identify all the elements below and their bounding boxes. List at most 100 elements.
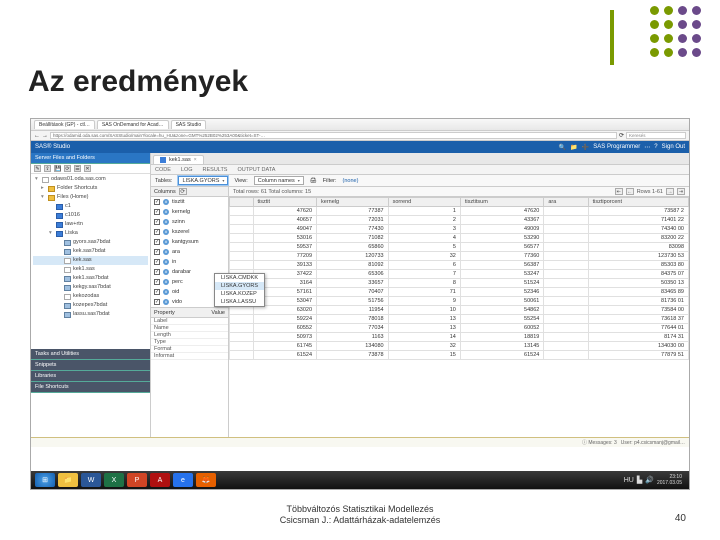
tree-item[interactable]: kekozodas (33, 292, 148, 301)
table-row[interactable]: 31643365785152450350 13 (230, 279, 689, 288)
help-icon[interactable]: ? (654, 144, 657, 150)
tray-clock[interactable]: 23:102017.03.05 (657, 474, 685, 486)
browser-tab[interactable]: Beállítások (GP) - ctl… (34, 120, 95, 129)
ie-icon[interactable]: e (173, 473, 193, 487)
signout-link[interactable]: Sign Out (662, 144, 685, 150)
tree-item[interactable]: ▾Liska (33, 229, 148, 238)
table-row[interactable]: 50973116314188198174 31 (230, 333, 689, 342)
table-row[interactable]: 406577203124336771401 22 (230, 216, 689, 225)
forward-icon[interactable]: → (42, 133, 48, 139)
tree-item[interactable]: ▾odaws01.oda.sas.com (33, 175, 148, 184)
table-row[interactable]: 6152473878156152477879 51 (230, 351, 689, 360)
pdf-icon[interactable]: A (150, 473, 170, 487)
tables-dropdown-menu[interactable]: LISKA.CMDKKLISKA.GYORSLISKA.KOZEPLISKA.L… (214, 273, 265, 307)
column-header[interactable]: ara (544, 198, 588, 207)
column-item[interactable]: ✓#kszerel (151, 227, 228, 237)
tab-code[interactable]: CODE (155, 167, 171, 173)
close-icon[interactable]: × (194, 157, 197, 163)
sidebar-section-libraries[interactable]: Libraries (31, 371, 150, 382)
dropdown-option[interactable]: LISKA.GYORS (215, 282, 264, 290)
print-icon[interactable]: 🖨 (310, 178, 317, 184)
sas-programmer-label[interactable]: SAS Programmer (593, 144, 640, 150)
new-icon[interactable]: ➕ (582, 144, 589, 151)
column-item[interactable]: ✓#tisztit (151, 197, 228, 207)
prev-icon[interactable]: ← (626, 188, 634, 195)
tree-item[interactable]: gyors.sas7bdat (33, 238, 148, 247)
start-button[interactable]: ⊞ (35, 473, 55, 487)
browser-tab[interactable]: SAS Studio (171, 120, 207, 129)
tray-sound-icon[interactable]: 🔊 (645, 476, 654, 484)
save-icon[interactable]: 💾 (54, 165, 61, 172)
sidebar-section-shortcuts[interactable]: File Shortcuts (31, 382, 150, 393)
sidebar-section-tasks[interactable]: Tasks and Utilities (31, 349, 150, 360)
word-icon[interactable]: W (81, 473, 101, 487)
table-row[interactable]: 6302011954105486273584 00 (230, 306, 689, 315)
filter-value[interactable]: (none) (343, 178, 359, 184)
excel-icon[interactable]: X (104, 473, 124, 487)
tree-item[interactable]: kek1.sas (33, 265, 148, 274)
dropdown-option[interactable]: LISKA.KOZEP (215, 290, 264, 298)
column-item[interactable]: ✓#szinn (151, 217, 228, 227)
table-row[interactable]: 772091207333277360123730 53 (230, 252, 689, 261)
last-icon[interactable]: ⇥ (677, 188, 685, 195)
tree-item[interactable]: kek.sas7bdat (33, 247, 148, 256)
column-item[interactable]: ✓#in (151, 257, 228, 267)
tree-item[interactable]: kek1.sas7bdat (33, 274, 148, 283)
refresh-icon[interactable]: ⟳ (64, 165, 71, 172)
tree-item[interactable]: kek.sas (33, 256, 148, 265)
search-icon[interactable]: 🔍 (559, 144, 566, 151)
browser-tab[interactable]: SAS OnDemand for Acad… (97, 120, 169, 129)
table-row[interactable]: 530475175695006181736 01 (230, 297, 689, 306)
folder-icon[interactable]: 📁 (570, 144, 577, 151)
props-icon[interactable]: ☰ (74, 165, 81, 172)
refresh-icon[interactable]: ⟳ (179, 188, 187, 195)
upload-icon[interactable]: ⇪ (44, 165, 51, 172)
tree-item[interactable]: law+rtn (33, 220, 148, 229)
delete-icon[interactable]: ✕ (84, 165, 91, 172)
tray-network-icon[interactable]: ▙ (637, 476, 642, 484)
new-icon[interactable]: ✎ (34, 165, 41, 172)
explorer-icon[interactable]: 📁 (58, 473, 78, 487)
column-header[interactable]: kernelg (317, 198, 389, 207)
tab-results[interactable]: RESULTS (203, 167, 228, 173)
column-header[interactable]: tisztiporcent (588, 198, 688, 207)
sidebar-section-snippets[interactable]: Snippets (31, 360, 150, 371)
view-dropdown[interactable]: Column names (254, 176, 304, 185)
tree-item[interactable]: c1 (33, 202, 148, 211)
tab-log[interactable]: LOG (181, 167, 193, 173)
column-header[interactable] (230, 198, 254, 207)
tab-outputdata[interactable]: OUTPUT DATA (237, 167, 275, 173)
table-row[interactable]: 5716170407715234683465 89 (230, 288, 689, 297)
tree-item[interactable]: kekgy.sas7bdat (33, 283, 148, 292)
table-row[interactable]: 617451340803213145134030 00 (230, 342, 689, 351)
first-icon[interactable]: ⇤ (615, 188, 623, 195)
column-item[interactable]: ✓#kernelg (151, 207, 228, 217)
table-row[interactable]: 374226530675324784375 07 (230, 270, 689, 279)
search-input[interactable]: Keresés (626, 132, 686, 139)
sidebar-section-files[interactable]: Server Files and Folders (31, 153, 150, 164)
table-row[interactable]: 530167108245329083200 22 (230, 234, 689, 243)
table-row[interactable]: 5922478018135525473618 37 (230, 315, 689, 324)
reload-icon[interactable]: ⟳ (619, 132, 624, 139)
back-icon[interactable]: ← (34, 133, 40, 139)
column-header[interactable]: sorrend (388, 198, 460, 207)
tree-item[interactable]: kozepes7bdat (33, 301, 148, 310)
tray-lang[interactable]: HU (624, 477, 634, 484)
tree-item[interactable]: c1016 (33, 211, 148, 220)
tree-item[interactable]: ▾Files (Home) (33, 193, 148, 202)
more-icon[interactable]: ⋯ (644, 144, 650, 151)
table-row[interactable]: 391338109265638785303 80 (230, 261, 689, 270)
table-row[interactable]: 595376586055657783098 (230, 243, 689, 252)
table-row[interactable]: 6055277034136005277644 01 (230, 324, 689, 333)
column-item[interactable]: ✓#kantgysum (151, 237, 228, 247)
powerpoint-icon[interactable]: P (127, 473, 147, 487)
firefox-icon[interactable]: 🦊 (196, 473, 216, 487)
table-row[interactable]: 490477743034900974340 00 (230, 225, 689, 234)
url-input[interactable]: https://odamid.oda.sas.com/SASStudio/mai… (50, 132, 617, 139)
next-icon[interactable]: → (666, 188, 674, 195)
dropdown-option[interactable]: LISKA.LASSU (215, 298, 264, 306)
data-table[interactable]: tisztitkernelgsorrendtisztitsumaratiszti… (229, 197, 689, 360)
table-row[interactable]: 476207738714762073587 2 (230, 207, 689, 216)
tree-item[interactable]: ▸Folder Shortcuts (33, 184, 148, 193)
column-header[interactable]: tisztit (253, 198, 317, 207)
